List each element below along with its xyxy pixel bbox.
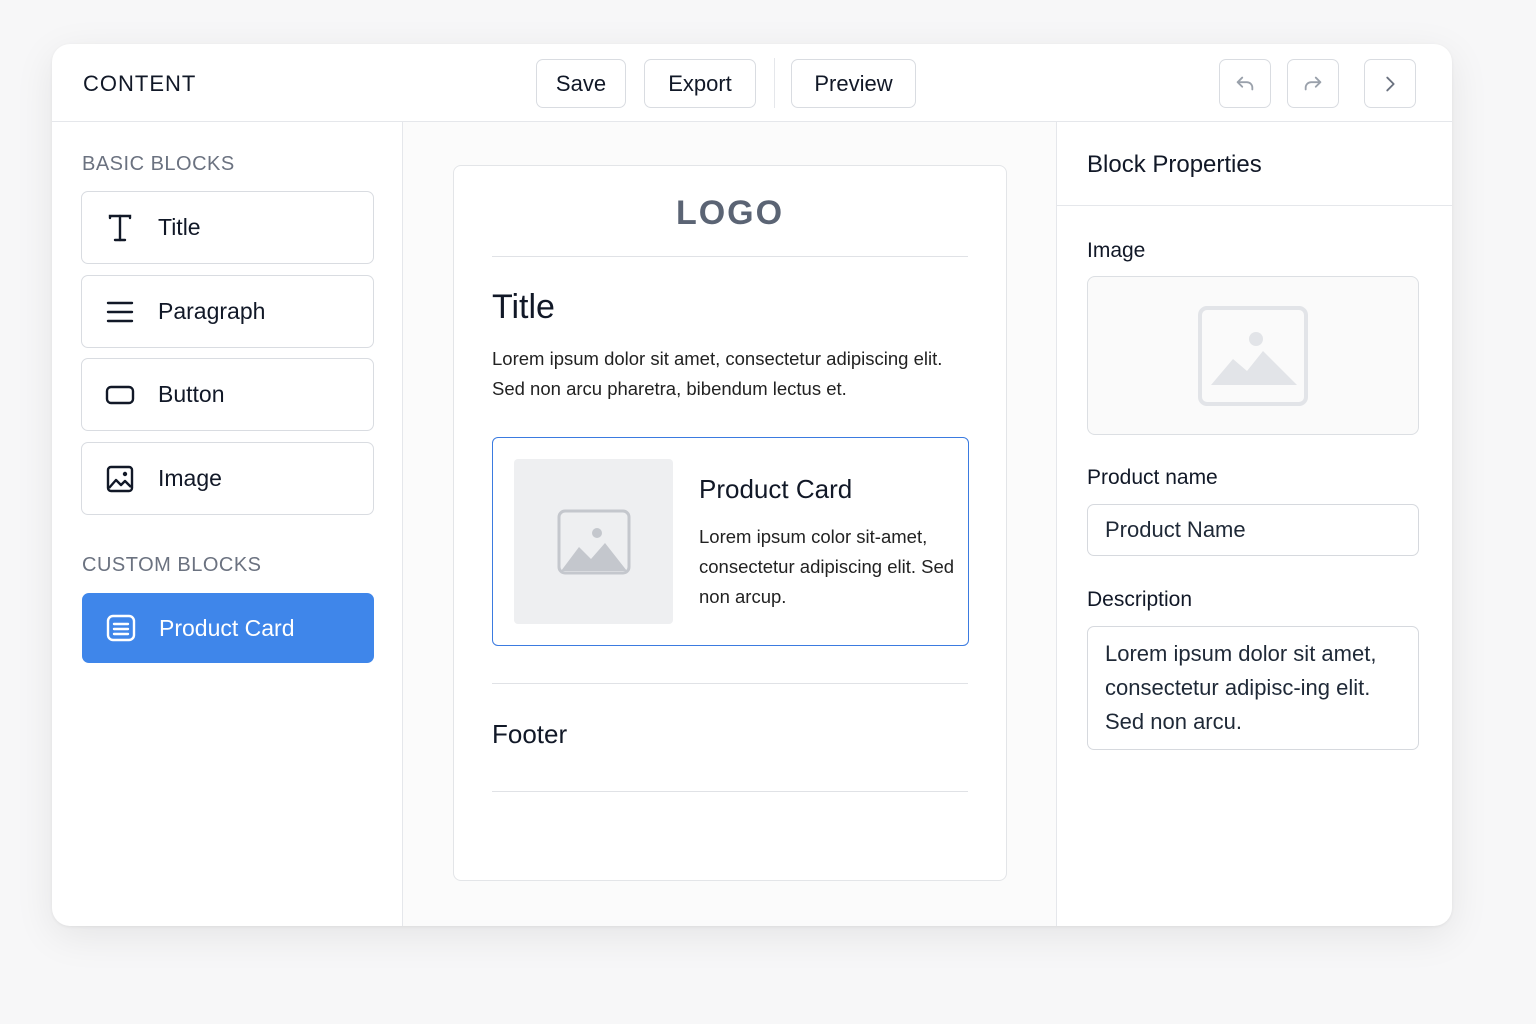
divider xyxy=(492,256,968,257)
custom-blocks-heading: CUSTOM BLOCKS xyxy=(82,554,262,576)
block-item-button[interactable]: Button xyxy=(81,358,374,431)
product-name-input[interactable] xyxy=(1087,504,1419,556)
description-textarea[interactable]: Lorem ipsum dolor sit amet, consectetur … xyxy=(1087,626,1419,750)
save-button[interactable]: Save xyxy=(536,59,626,108)
card-icon xyxy=(83,594,159,662)
product-image-placeholder xyxy=(514,459,673,624)
block-item-title[interactable]: Title xyxy=(81,191,374,264)
footer-block[interactable]: Footer xyxy=(492,719,567,750)
paragraph-icon xyxy=(82,276,158,347)
block-item-label: Product Card xyxy=(159,614,295,641)
divider xyxy=(492,683,968,684)
toolbar: CONTENT Save Export Preview xyxy=(52,44,1452,122)
properties-header: Block Properties xyxy=(1057,122,1452,206)
block-item-label: Image xyxy=(158,465,222,491)
button-icon xyxy=(82,359,158,430)
product-name-label: Product name xyxy=(1087,466,1218,489)
toolbar-divider xyxy=(774,58,775,108)
block-item-paragraph[interactable]: Paragraph xyxy=(81,275,374,348)
email-document: LOGO Title Lorem ipsum dolor sit amet, c… xyxy=(453,165,1007,881)
block-item-label: Button xyxy=(158,381,225,407)
block-item-image[interactable]: Image xyxy=(81,442,374,515)
basic-blocks-heading: BASIC BLOCKS xyxy=(82,153,235,175)
text-icon xyxy=(82,192,158,263)
logo-block[interactable]: LOGO xyxy=(454,194,1006,233)
editor-window: CONTENT Save Export Preview BASIC BLOCKS xyxy=(52,44,1452,926)
redo-icon xyxy=(1304,76,1322,90)
image-picker[interactable] xyxy=(1087,276,1419,435)
image-field-label: Image xyxy=(1087,239,1146,262)
chevron-right-icon xyxy=(1386,76,1395,91)
paragraph-block[interactable]: Lorem ipsum dolor sit amet, consectetur … xyxy=(492,344,962,404)
block-item-label: Title xyxy=(158,214,201,240)
image-icon xyxy=(82,443,158,514)
app-title: CONTENT xyxy=(83,71,197,96)
redo-button[interactable] xyxy=(1287,59,1339,108)
divider xyxy=(492,791,968,792)
next-button[interactable] xyxy=(1364,59,1416,108)
product-card-block[interactable]: Product Card Lorem ipsum color sit-amet,… xyxy=(492,437,969,646)
preview-button[interactable]: Preview xyxy=(791,59,916,108)
undo-button[interactable] xyxy=(1219,59,1271,108)
export-button[interactable]: Export xyxy=(644,59,756,108)
properties-title: Block Properties xyxy=(1087,151,1262,178)
properties-panel: Block Properties Image Product name Desc… xyxy=(1056,122,1452,926)
blocks-sidebar: BASIC BLOCKS Title Paragraph Button Imag… xyxy=(52,122,403,926)
product-card-title: Product Card xyxy=(699,474,853,504)
block-item-product-card[interactable]: Product Card xyxy=(82,593,374,663)
block-item-label: Paragraph xyxy=(158,298,266,324)
undo-icon xyxy=(1236,76,1254,90)
product-card-description: Lorem ipsum color sit-amet, consectetur … xyxy=(699,526,955,607)
canvas-area: LOGO Title Lorem ipsum dolor sit amet, c… xyxy=(403,122,1056,926)
title-block[interactable]: Title xyxy=(492,288,555,327)
image-placeholder-icon xyxy=(557,509,630,574)
description-label: Description xyxy=(1087,588,1193,611)
image-placeholder-icon xyxy=(1198,305,1308,406)
